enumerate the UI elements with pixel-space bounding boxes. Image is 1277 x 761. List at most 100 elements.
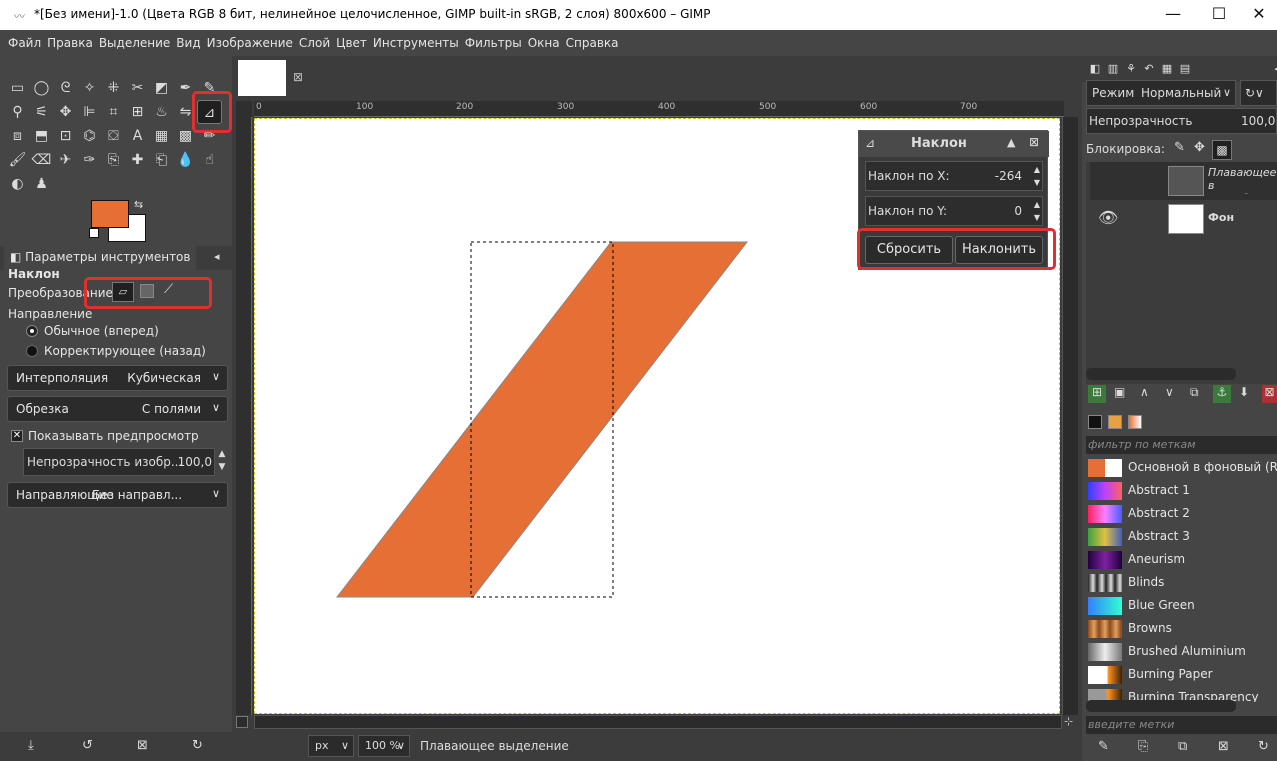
show-preview-checkbox[interactable]: ✕ xyxy=(11,430,23,442)
close-image-tab-icon[interactable]: ⊠ xyxy=(293,70,303,84)
smudge-icon[interactable]: ☝ xyxy=(197,148,222,172)
shear-y-field[interactable]: Наклон по Y: 0 ▲ ▼ xyxy=(865,196,1043,226)
lock-position-icon[interactable]: ✥ xyxy=(1194,140,1205,155)
gradient-tab-icon[interactable] xyxy=(1128,415,1142,429)
menu-edit[interactable]: Правка xyxy=(47,36,93,50)
paths-tab-icon[interactable]: ⚘ xyxy=(1122,60,1140,78)
interpolation-combo[interactable]: Интерполяция Кубическая ∨ xyxy=(7,365,228,391)
channels-tab-icon[interactable]: ▥ xyxy=(1104,60,1122,78)
perspective-icon[interactable]: ⬒ xyxy=(29,124,54,148)
merge-down-icon[interactable]: ⬇ xyxy=(1239,385,1249,399)
gradient-item[interactable]: Abstract 3 xyxy=(1086,525,1277,548)
tags-field[interactable]: введите метки xyxy=(1086,716,1277,734)
dodge-burn-icon[interactable]: ◐ xyxy=(5,172,30,196)
duplicate-layer-icon[interactable]: ⧉ xyxy=(1190,385,1199,400)
gradient-item[interactable]: Blue Green xyxy=(1086,594,1277,617)
unified-transform-icon[interactable]: ⊞ xyxy=(125,100,150,124)
layer-row-floating[interactable]: Плавающее в (Преобразова xyxy=(1090,162,1277,200)
reset-options-icon[interactable]: ↻ xyxy=(192,738,203,753)
default-colors-icon[interactable] xyxy=(89,228,99,238)
shear-dialog-titlebar[interactable]: ⊿ Наклон ▲ ⊠ xyxy=(859,131,1049,157)
crop-icon[interactable]: ⌗ xyxy=(101,100,126,124)
zoom-combo[interactable]: 100 % ∨ xyxy=(358,735,410,757)
menu-filters[interactable]: Фильтры xyxy=(465,36,522,50)
menu-help[interactable]: Справка xyxy=(566,36,619,50)
brushes-tab-icon[interactable]: ▦ xyxy=(1158,60,1176,78)
unit-combo[interactable]: px ∨ xyxy=(308,735,354,757)
clipping-combo[interactable]: Обрезка С полями ∨ xyxy=(7,396,228,422)
handle-transform-icon[interactable]: ⊡ xyxy=(53,124,78,148)
new-gradient-icon[interactable]: ⎘ xyxy=(1138,739,1148,754)
lock-pixels-icon[interactable]: ✎ xyxy=(1174,140,1185,155)
layer-opacity-field[interactable]: Непрозрачность 100,0 xyxy=(1086,108,1277,134)
align-icon[interactable]: ⊫ xyxy=(77,100,102,124)
direction-normal-radio[interactable] xyxy=(26,325,38,337)
gradients-scrollbar[interactable] xyxy=(1086,700,1236,712)
delete-gradient-icon[interactable]: ⊠ xyxy=(1218,739,1229,754)
menu-file[interactable]: Файл xyxy=(8,36,41,50)
eraser-icon[interactable]: ⌫ xyxy=(29,148,54,172)
restore-options-icon[interactable]: ↺ xyxy=(82,738,93,753)
gradient-item[interactable]: Browns xyxy=(1086,617,1277,640)
edit-gradient-icon[interactable]: ✎ xyxy=(1098,739,1109,754)
shear-x-field[interactable]: Наклон по X: -264 ▲ ▼ xyxy=(865,161,1043,191)
layer-mode-combo[interactable]: Режим Нормальный ∨ xyxy=(1086,80,1236,106)
save-options-icon[interactable]: ⤓ xyxy=(28,738,34,753)
image-opacity-field[interactable]: Непрозрачность изобр... 100,0 xyxy=(23,448,215,476)
cage-transform-icon[interactable]: ⧈ xyxy=(5,124,30,148)
menu-view[interactable]: Вид xyxy=(176,36,200,50)
blur-icon[interactable]: 💧 xyxy=(173,148,198,172)
raise-layer-icon[interactable]: ∧ xyxy=(1140,385,1149,399)
gradient-item[interactable]: Burning Paper xyxy=(1086,663,1277,686)
move-icon[interactable]: ✥ xyxy=(53,100,78,124)
airbrush-icon[interactable]: ✈ xyxy=(53,148,78,172)
lower-layer-icon[interactable]: ∨ xyxy=(1165,385,1174,399)
gradient-item[interactable]: Blinds xyxy=(1086,571,1277,594)
mypaint-icon[interactable]: ♟ xyxy=(29,172,54,196)
horizontal-ruler[interactable]: 0 100 200 300 400 500 600 700 xyxy=(254,101,1064,117)
warp-icon[interactable]: ⌬ xyxy=(77,124,102,148)
undo-history-tab-icon[interactable]: ↶ xyxy=(1140,60,1158,78)
new-group-icon[interactable]: ▣ xyxy=(1114,385,1125,399)
menu-layer[interactable]: Слой xyxy=(299,36,330,50)
refresh-icon[interactable]: ↻ xyxy=(1258,739,1269,754)
delete-layer-icon[interactable]: ⊠ xyxy=(1262,385,1277,403)
gradient-filter-field[interactable]: фильтр по меткам xyxy=(1086,436,1277,454)
gradient-item[interactable]: Abstract 2 xyxy=(1086,502,1277,525)
foreground-color-swatch[interactable] xyxy=(91,200,129,228)
dock-menu-icon[interactable]: ◂ xyxy=(1268,60,1277,78)
ellipse-select-icon[interactable]: ◯ xyxy=(29,76,54,100)
lock-alpha-icon[interactable]: ▩ xyxy=(1212,140,1232,160)
text-tool-icon[interactable]: A xyxy=(125,124,150,148)
foreground-select-icon[interactable]: ◩ xyxy=(149,76,174,100)
vertical-ruler[interactable] xyxy=(236,117,252,715)
gradient-item[interactable]: Brushed Aluminium xyxy=(1086,640,1277,663)
shear-x-stepper[interactable]: ▲ ▼ xyxy=(1034,163,1040,189)
layers-scrollbar[interactable] xyxy=(1086,368,1236,380)
eye-icon[interactable]: 👁 xyxy=(1098,208,1118,227)
gradient-item[interactable]: Abstract 1 xyxy=(1086,479,1277,502)
collapse-icon[interactable]: ▲ xyxy=(1007,136,1015,149)
menu-tools[interactable]: Инструменты xyxy=(373,36,459,50)
menu-select[interactable]: Выделение xyxy=(99,36,170,50)
mode-reset-button[interactable]: ↻∨ xyxy=(1240,80,1277,106)
select-by-color-icon[interactable]: ⁜ xyxy=(101,76,126,100)
menu-windows[interactable]: Окна xyxy=(528,36,560,50)
anchor-icon[interactable]: ⚓ xyxy=(1213,385,1231,403)
images-tab-icon[interactable]: ▤ xyxy=(1176,60,1194,78)
shear-y-stepper[interactable]: ▲ ▼ xyxy=(1034,198,1040,224)
pattern-tab-icon[interactable] xyxy=(1108,415,1122,429)
navigate-icon[interactable]: ⊹ xyxy=(1064,715,1073,728)
rect-select-icon[interactable]: ▭ xyxy=(5,76,30,100)
ink-icon[interactable]: ✑ xyxy=(77,148,102,172)
paintbrush-icon[interactable]: 🖌 xyxy=(5,148,30,172)
gradient-item[interactable]: Aneurism xyxy=(1086,548,1277,571)
pencil-icon[interactable]: ✏ xyxy=(197,124,222,148)
gradient-icon[interactable]: ▦ xyxy=(149,124,174,148)
quick-mask-icon[interactable] xyxy=(236,716,248,728)
menu-colors[interactable]: Цвет xyxy=(336,36,367,50)
layers-tab-icon[interactable]: ◧ xyxy=(1086,60,1104,78)
mypaint-brush-icon[interactable]: ▩ xyxy=(173,124,198,148)
delete-options-icon[interactable]: ⊠ xyxy=(137,738,148,753)
layer-row-background[interactable]: 👁 Фон xyxy=(1090,200,1277,238)
